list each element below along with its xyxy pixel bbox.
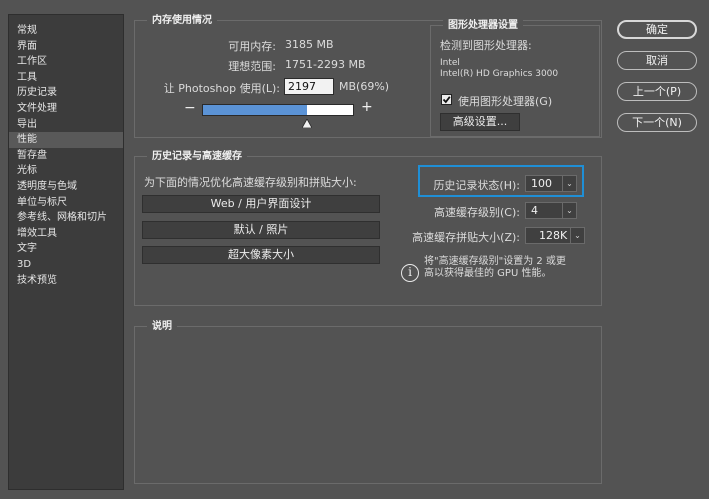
info-icon: i — [401, 264, 419, 282]
sidebar-item[interactable]: 透明度与色域 — [9, 179, 123, 195]
memory-decrease-button[interactable]: − — [184, 100, 196, 116]
sidebar-item[interactable]: 文件处理 — [9, 101, 123, 117]
sidebar-item[interactable]: 技术预览 — [9, 273, 123, 289]
cache-tile-size-label: 高速缓存拼贴大小(Z): — [412, 231, 520, 244]
web-ui-design-button[interactable]: Web / 用户界面设计 — [142, 195, 380, 213]
checkmark-icon — [442, 96, 451, 104]
sidebar-list: 常规 界面 工作区 工具 历史记录 文件处理 导出 性能 暂存盘 光标 透明度与色域 单位与标尺 参考线… — [9, 23, 123, 288]
history-states-value: 100 — [531, 177, 552, 190]
memory-slider-thumb[interactable] — [301, 119, 312, 128]
use-gpu-checkbox[interactable] — [441, 94, 452, 105]
sidebar-item[interactable]: 文字 — [9, 241, 123, 257]
sidebar-item[interactable]: 常规 — [9, 23, 123, 39]
sidebar-item[interactable]: 3D — [9, 257, 123, 273]
chevron-down-icon: ⌄ — [562, 176, 576, 191]
chevron-down-icon: ⌄ — [570, 228, 584, 243]
cancel-button[interactable]: 取消 — [617, 51, 697, 70]
sidebar-item[interactable]: 导出 — [9, 117, 123, 133]
chevron-down-icon: ⌄ — [562, 203, 576, 218]
ok-button[interactable]: 确定 — [617, 20, 697, 39]
preferences-sidebar: 常规 界面 工作区 工具 历史记录 文件处理 导出 性能 暂存盘 光标 透明度与色域 单位与标尺 参考线… — [8, 14, 124, 490]
previous-button[interactable]: 上一个(P) — [617, 82, 697, 101]
sidebar-item[interactable]: 工具 — [9, 70, 123, 86]
memory-usage-title: 内存使用情况 — [147, 14, 217, 27]
gpu-tip-line-2: 高以获得最佳的 GPU 性能。 — [424, 268, 552, 279]
cache-tile-size-value: 128K — [539, 229, 568, 242]
sidebar-item[interactable]: 历史记录 — [9, 85, 123, 101]
cache-tile-size-select[interactable]: 128K ⌄ — [525, 227, 585, 244]
let-photoshop-use-label: 让 Photoshop 使用(L): — [163, 82, 280, 95]
memory-usage-input[interactable]: 2197 — [284, 78, 334, 95]
advanced-settings-button[interactable]: 高级设置... — [440, 113, 520, 131]
huge-pixel-size-button[interactable]: 超大像素大小 — [142, 246, 380, 264]
gpu-model: Intel(R) HD Graphics 3000 — [440, 69, 559, 79]
cache-levels-select[interactable]: 4 ⌄ — [525, 202, 577, 219]
default-photo-button[interactable]: 默认 / 照片 — [142, 221, 380, 239]
preferences-dialog: 常规 界面 工作区 工具 历史记录 文件处理 导出 性能 暂存盘 光标 透明度与色域 单位与标尺 参考线… — [0, 0, 709, 499]
gpu-settings-title: 图形处理器设置 — [443, 19, 523, 32]
memory-increase-button[interactable]: + — [361, 99, 373, 115]
memory-slider-fill — [203, 105, 307, 115]
sidebar-item[interactable]: 增效工具 — [9, 226, 123, 242]
cache-levels-value: 4 — [531, 204, 538, 217]
sidebar-item[interactable]: 工作区 — [9, 54, 123, 70]
available-memory-value: 3185 MB — [285, 38, 334, 51]
description-title: 说明 — [147, 320, 177, 333]
sidebar-item[interactable]: 暂存盘 — [9, 148, 123, 164]
cache-levels-label: 高速缓存级别(C): — [434, 206, 520, 219]
available-memory-label: 可用内存: — [228, 40, 276, 53]
memory-usage-unit: MB(69%) — [339, 80, 390, 93]
gpu-tip-line-1: 将"高速缓存级别"设置为 2 或更 — [424, 256, 566, 267]
history-states-label: 历史记录状态(H): — [433, 179, 520, 192]
history-states-select[interactable]: 100 ⌄ — [525, 175, 577, 192]
sidebar-item[interactable]: 性能 — [9, 132, 123, 148]
sidebar-item[interactable]: 参考线、网格和切片 — [9, 210, 123, 226]
sidebar-item[interactable]: 界面 — [9, 39, 123, 55]
ideal-range-label: 理想范围: — [228, 60, 276, 73]
sidebar-item[interactable]: 光标 — [9, 163, 123, 179]
optimize-cache-label: 为下面的情况优化高速缓存级别和拼贴大小: — [144, 176, 357, 189]
next-button[interactable]: 下一个(N) — [617, 113, 697, 132]
use-gpu-label: 使用图形处理器(G) — [458, 95, 553, 108]
gpu-detected-label: 检测到图形处理器: — [440, 39, 532, 52]
memory-slider-track[interactable] — [202, 104, 354, 116]
ideal-range-value: 1751-2293 MB — [285, 58, 366, 71]
sidebar-item[interactable]: 单位与标尺 — [9, 195, 123, 211]
description-group: 说明 — [134, 320, 602, 484]
history-cache-title: 历史记录与高速缓存 — [147, 150, 247, 163]
gpu-vendor: Intel — [440, 58, 460, 68]
